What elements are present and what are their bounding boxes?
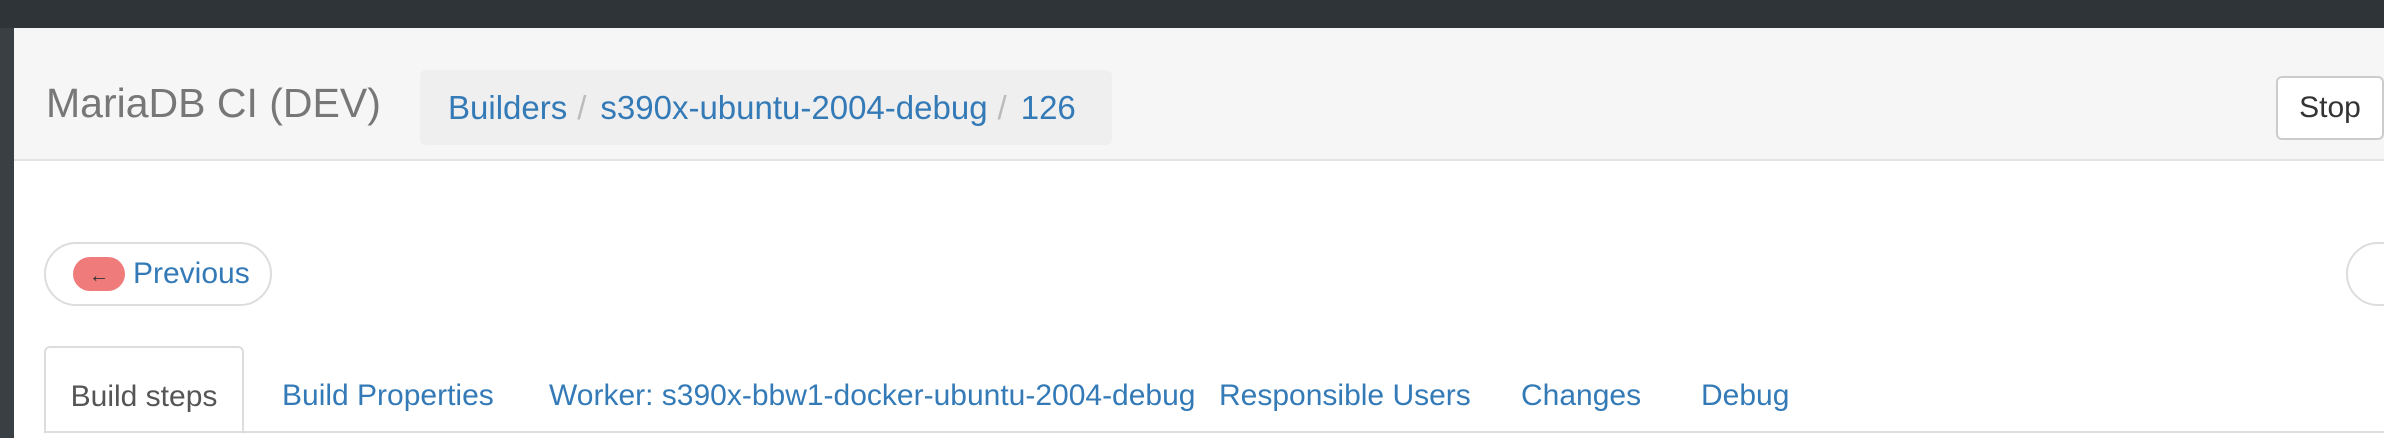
- breadcrumb-separator: /: [577, 88, 587, 126]
- browser-top-strip: [0, 0, 2384, 28]
- navbar: MariaDB CI (DEV) Builders / s390x-ubuntu…: [14, 28, 2384, 161]
- previous-label: Previous: [133, 257, 250, 290]
- tab-build-steps[interactable]: Build steps: [44, 346, 244, 434]
- left-arrow-icon: ←: [73, 257, 125, 291]
- breadcrumb-builders[interactable]: Builders: [448, 89, 567, 127]
- tab-worker[interactable]: Worker: s390x-bbw1-docker-ubuntu-2004-de…: [549, 360, 1195, 432]
- previous-build-button[interactable]: ← Previous: [44, 242, 272, 306]
- tab-changes[interactable]: Changes: [1521, 360, 1641, 432]
- tabs-divider: [44, 431, 2384, 433]
- tab-responsible-users[interactable]: Responsible Users: [1219, 360, 1471, 432]
- tab-debug[interactable]: Debug: [1701, 360, 1789, 432]
- next-build-button[interactable]: [2346, 242, 2384, 306]
- stop-button[interactable]: Stop: [2276, 76, 2384, 140]
- breadcrumb-separator: /: [997, 88, 1007, 126]
- breadcrumb: Builders / s390x-ubuntu-2004-debug / 126: [420, 70, 1112, 145]
- window-left-edge: [0, 28, 14, 438]
- brand-title[interactable]: MariaDB CI (DEV): [46, 80, 381, 127]
- breadcrumb-builder-name[interactable]: s390x-ubuntu-2004-debug: [600, 89, 987, 127]
- breadcrumb-build-number[interactable]: 126: [1021, 89, 1076, 127]
- tab-build-properties[interactable]: Build Properties: [282, 360, 494, 432]
